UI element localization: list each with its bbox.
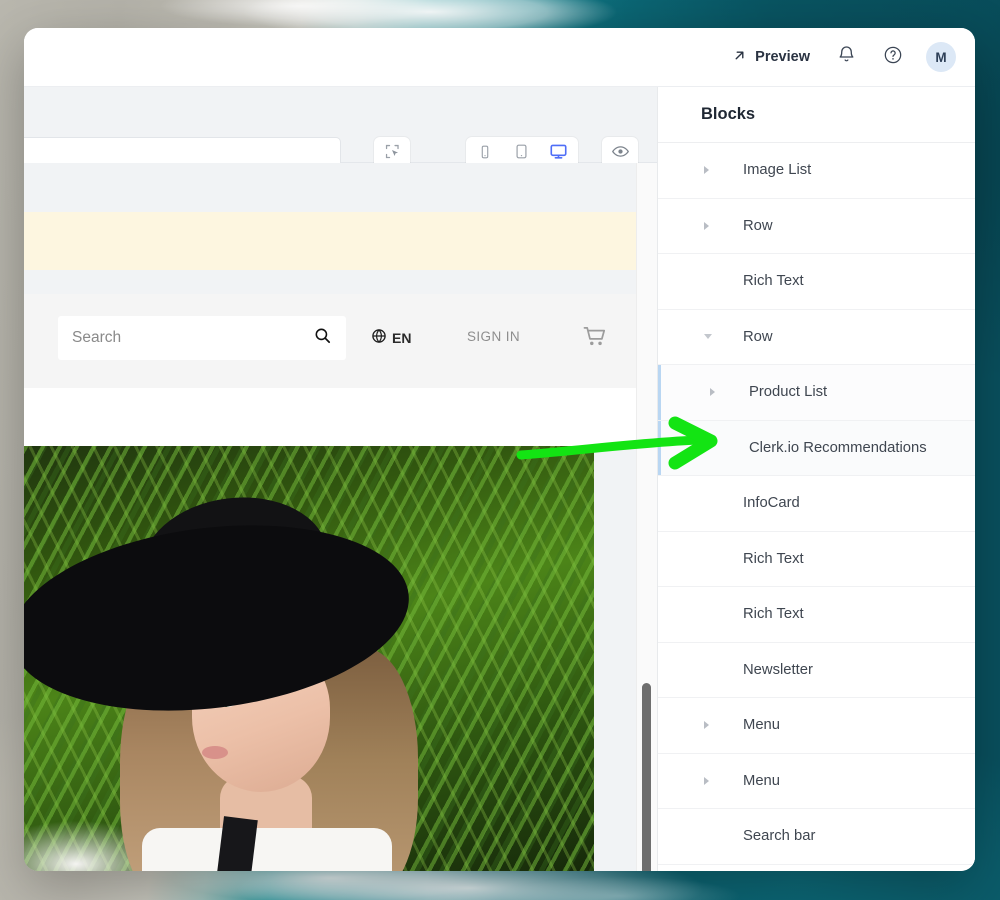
blocks-panel: Blocks Image List Row Rich Text Row Product … — [657, 87, 975, 871]
block-row[interactable]: Search bar — [658, 809, 975, 865]
block-row[interactable]: Menu — [658, 753, 975, 809]
hero-garment — [142, 828, 392, 871]
block-row[interactable]: Rich Text — [658, 254, 975, 310]
block-row-label: Newsletter — [743, 661, 813, 678]
block-row[interactable]: Newsletter — [658, 642, 975, 698]
mobile-icon — [477, 144, 493, 165]
arrow-up-right-icon — [732, 48, 747, 67]
language-selector[interactable]: EN — [371, 328, 411, 347]
top-bar: Preview M — [24, 28, 975, 87]
help-button[interactable] — [874, 38, 912, 76]
avatar-initial: M — [935, 49, 947, 65]
block-row-label: InfoCard — [743, 495, 800, 512]
tablet-icon — [513, 143, 530, 165]
hero-lips — [202, 746, 228, 759]
blocks-list: Image List Row Rich Text Row Product List Cle… — [658, 143, 975, 865]
block-row-label: Rich Text — [743, 273, 804, 290]
block-row-label: Row — [743, 217, 773, 234]
block-row-label: Product List — [749, 384, 828, 401]
block-row-label: Search bar — [743, 828, 816, 845]
site-search-placeholder: Search — [72, 329, 122, 346]
blocks-panel-title: Blocks — [658, 87, 975, 143]
block-row-label: Image List — [743, 162, 812, 179]
block-row-label: Clerk.io Recommendations — [749, 439, 927, 456]
cart-button[interactable] — [583, 326, 607, 353]
chevron-down-icon[interactable] — [704, 334, 712, 340]
block-row-label: Rich Text — [743, 606, 804, 623]
site-nav-strip — [24, 388, 636, 446]
block-row-label: Menu — [743, 772, 781, 789]
chevron-right-icon[interactable] — [710, 388, 715, 397]
promo-banner[interactable] — [24, 212, 636, 270]
site-preview-canvas[interactable]: Search EN SIGN IN — [24, 163, 657, 871]
preview-button-label: Preview — [755, 49, 810, 65]
block-row[interactable]: Menu — [658, 698, 975, 754]
hero-strap — [216, 816, 258, 871]
site-search-field[interactable]: Search — [58, 316, 346, 360]
block-row[interactable]: Clerk.io Recommendations — [658, 420, 975, 476]
preview-scrollbar-thumb[interactable] — [642, 683, 651, 871]
hero-image[interactable] — [24, 446, 594, 871]
avatar[interactable]: M — [926, 42, 956, 72]
site-header: Search EN SIGN IN — [24, 294, 636, 388]
chevron-right-icon[interactable] — [704, 776, 709, 785]
preview-button[interactable]: Preview — [724, 48, 818, 67]
block-row[interactable]: Image List — [658, 143, 975, 199]
block-row[interactable]: InfoCard — [658, 476, 975, 532]
sign-in-link[interactable]: SIGN IN — [467, 329, 520, 344]
question-circle-icon — [883, 45, 903, 70]
notifications-button[interactable] — [827, 38, 865, 76]
app-window: Preview M Search EN SIGN IN Blocks Image… — [24, 28, 975, 871]
block-row-label: Rich Text — [743, 550, 804, 567]
block-row-label: Row — [743, 328, 773, 345]
search-icon[interactable] — [313, 326, 332, 350]
chevron-right-icon[interactable] — [704, 721, 709, 730]
select-box-cursor-icon — [384, 143, 401, 165]
block-row[interactable]: Row — [658, 198, 975, 254]
block-row[interactable]: Rich Text — [658, 531, 975, 587]
block-row-label: Menu — [743, 717, 781, 734]
bell-icon — [837, 45, 856, 69]
block-row[interactable]: Rich Text — [658, 587, 975, 643]
block-row[interactable]: Product List — [658, 365, 975, 421]
chevron-right-icon[interactable] — [704, 166, 709, 175]
shopping-cart-icon — [583, 326, 607, 352]
language-label: EN — [392, 329, 412, 346]
globe-icon — [371, 328, 387, 347]
block-row[interactable]: Row — [658, 309, 975, 365]
chevron-right-icon[interactable] — [704, 221, 709, 230]
